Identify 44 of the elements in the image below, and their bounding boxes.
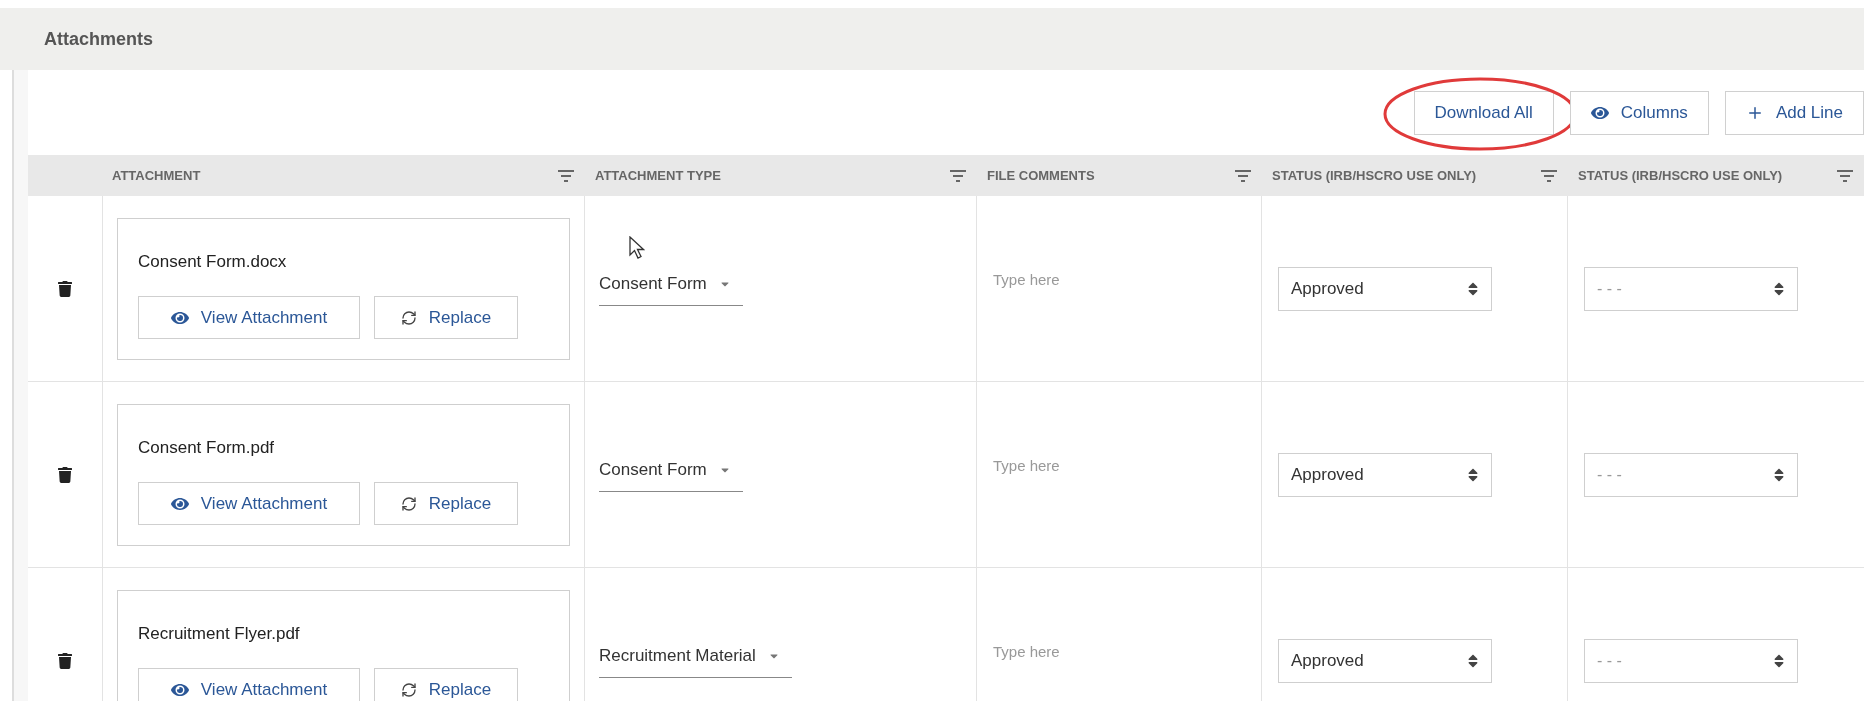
- refresh-icon: [400, 681, 417, 698]
- replace-button[interactable]: Replace: [374, 296, 518, 339]
- toolbar-button[interactable]: Download All: [1413, 90, 1554, 135]
- column-header: STATUS (IRB/HSCRO USE ONLY): [1578, 166, 1783, 185]
- trash-icon[interactable]: [58, 651, 72, 670]
- comments-field[interactable]: Type here: [993, 269, 1245, 292]
- replace-button[interactable]: Replace: [374, 482, 518, 525]
- sort-icon: [1773, 652, 1785, 669]
- sort-icon: [1773, 466, 1785, 483]
- view-attachment-button[interactable]: View Attachment: [138, 668, 360, 701]
- file-name: Consent Form.docx: [138, 250, 288, 273]
- toolbar-button[interactable]: Add Line: [1724, 90, 1864, 135]
- trash-icon[interactable]: [58, 465, 72, 484]
- column-header: ATTACHMENT: [112, 166, 201, 185]
- replace-button[interactable]: Replace: [374, 668, 518, 701]
- view-attachment-button[interactable]: View Attachment: [138, 482, 360, 525]
- status-select[interactable]: Approved: [1278, 266, 1492, 311]
- filter-icon[interactable]: [1234, 168, 1252, 183]
- comments-field[interactable]: Type here: [993, 455, 1245, 478]
- sort-icon: [1467, 280, 1479, 297]
- file-name: Consent Form.pdf: [138, 436, 276, 459]
- filter-icon[interactable]: [557, 168, 575, 183]
- type-dropdown[interactable]: Consent Form: [599, 457, 743, 492]
- type-dropdown[interactable]: Recruitment Material: [599, 643, 792, 678]
- status-select[interactable]: Approved: [1278, 452, 1492, 497]
- comments-field[interactable]: Type here: [993, 641, 1245, 664]
- refresh-icon: [400, 309, 417, 326]
- filter-icon[interactable]: [949, 168, 967, 183]
- filter-icon[interactable]: [1836, 168, 1854, 183]
- sort-icon: [1467, 652, 1479, 669]
- toolbar-button[interactable]: Columns: [1569, 90, 1709, 135]
- status-select[interactable]: Approved: [1278, 638, 1492, 683]
- sort-icon: [1773, 280, 1785, 297]
- refresh-icon: [400, 495, 417, 512]
- file-name: Recruitment Flyer.pdf: [138, 622, 301, 645]
- sort-icon: [1467, 466, 1479, 483]
- column-header: ATTACHMENT TYPE: [595, 166, 721, 185]
- trash-icon[interactable]: [58, 279, 72, 298]
- type-dropdown[interactable]: Consent Form: [599, 271, 743, 306]
- filter-icon[interactable]: [1540, 168, 1558, 183]
- column-header: STATUS (IRB/HSCRO USE ONLY): [1272, 166, 1477, 185]
- view-attachment-button[interactable]: View Attachment: [138, 296, 360, 339]
- panel-title: Attachments: [44, 27, 154, 51]
- column-header: FILE COMMENTS: [987, 166, 1095, 185]
